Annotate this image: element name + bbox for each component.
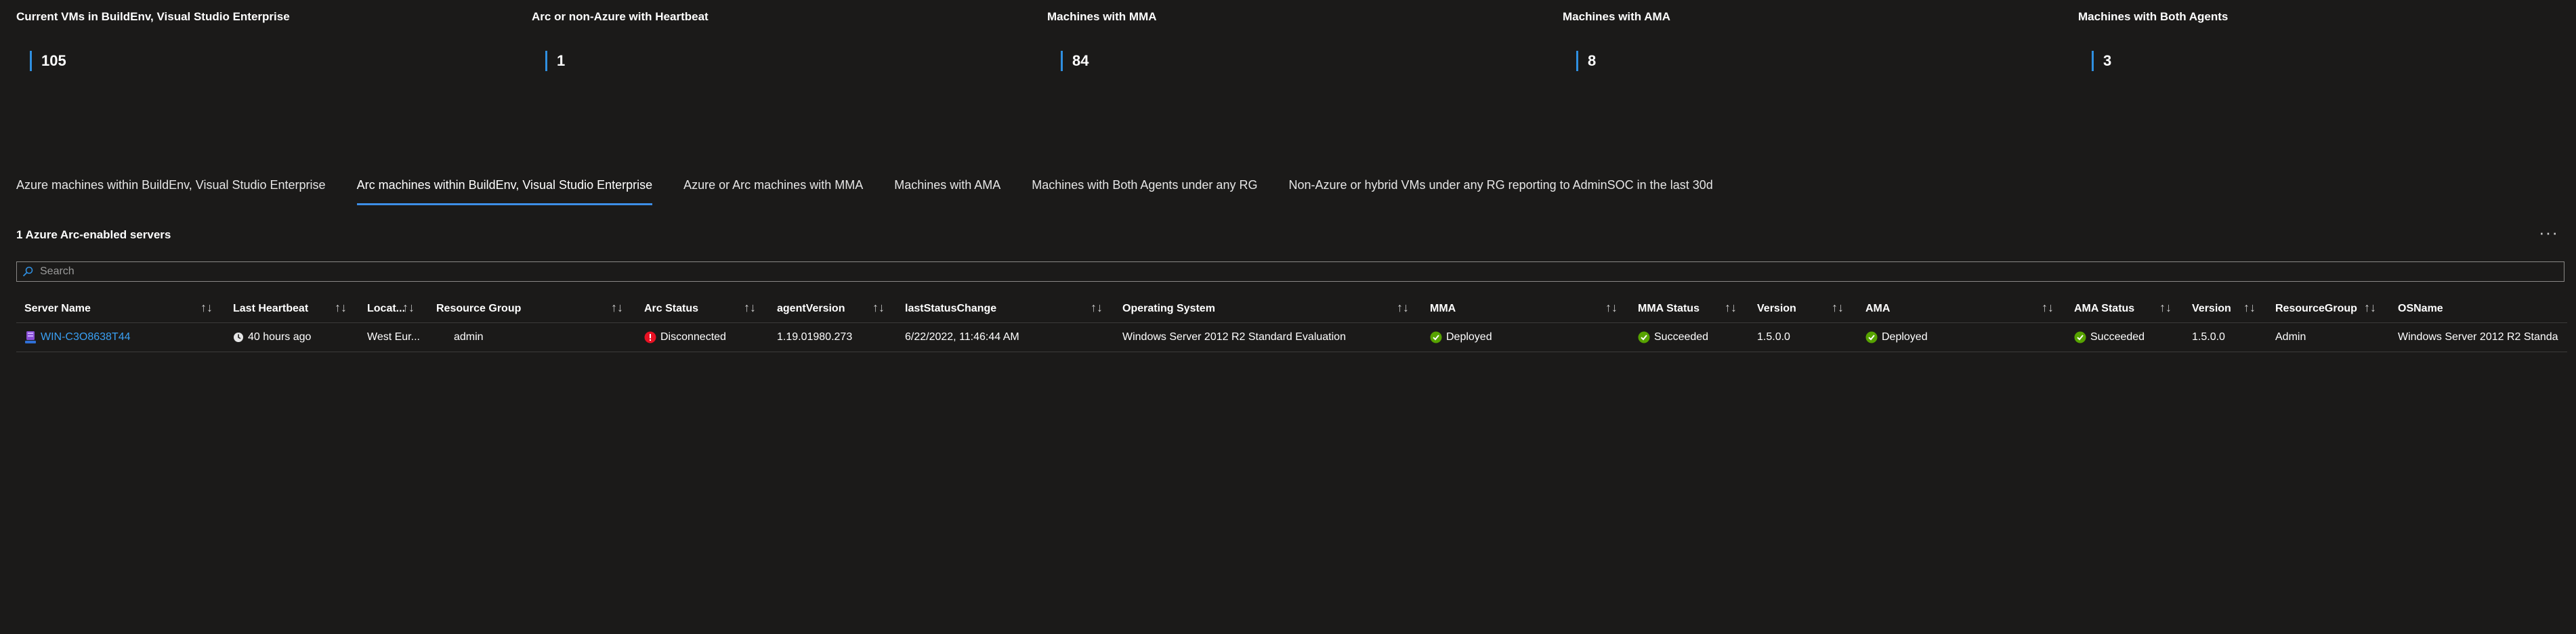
servers-table: Server Name ↑↓ Last Heartbeat ↑↓ Locat..… [16, 295, 2567, 352]
tab-non-azure-hybrid[interactable]: Non-Azure or hybrid VMs under any RG rep… [1288, 171, 1712, 204]
column-header-operating-system[interactable]: Operating System [1122, 295, 1215, 322]
grid-title: 1 Azure Arc-enabled servers [16, 228, 171, 241]
ama-text: Deployed [1882, 331, 1928, 343]
sort-icon[interactable]: ↑↓ [1605, 301, 1618, 315]
tab-both-agents[interactable]: Machines with Both Agents under any RG [1032, 171, 1257, 204]
tab-machines-ama[interactable]: Machines with AMA [894, 171, 1000, 204]
tile-accent-bar [545, 51, 547, 71]
error-icon [644, 331, 656, 343]
column-header-ama-version[interactable]: Version [2192, 295, 2231, 322]
column-header-location[interactable]: Locat... [367, 295, 405, 322]
column-header-mma-status[interactable]: MMA Status [1638, 295, 1699, 322]
tab-azure-or-arc-mma[interactable]: Azure or Arc machines with MMA [683, 171, 863, 204]
sort-icon[interactable]: ↑↓ [335, 301, 347, 315]
check-circle-icon [1865, 331, 1878, 343]
column-header-last-status-change[interactable]: lastStatusChange [905, 295, 996, 322]
column-header-ama-status[interactable]: AMA Status [2074, 295, 2134, 322]
column-header-mma[interactable]: MMA [1430, 295, 1456, 322]
sort-icon[interactable]: ↑↓ [1832, 301, 1844, 315]
tile-arc-heartbeat[interactable]: Arc or non-Azure with Heartbeat 1 [532, 9, 1033, 77]
tab-arc-machines[interactable]: Arc machines within BuildEnv, Visual Stu… [356, 171, 652, 205]
column-header-last-heartbeat[interactable]: Last Heartbeat [233, 295, 308, 322]
cell-ama: Deployed [1865, 323, 1928, 352]
arc-server-icon [25, 331, 36, 343]
tile-value: 8 [1588, 52, 1597, 69]
column-header-server-name[interactable]: Server Name [24, 295, 91, 322]
tile-machines-ama[interactable]: Machines with AMA 8 [1563, 9, 2064, 77]
search-icon [22, 266, 33, 277]
cell-location: West Eur... [367, 331, 420, 343]
cell-ama-status: Succeeded [2074, 323, 2145, 352]
column-header-arc-status[interactable]: Arc Status [644, 295, 698, 322]
cell-last-status-change: 6/22/2022, 11:46:44 AM [905, 331, 1019, 343]
server-name-link[interactable]: WIN-C3O8638T44 [41, 331, 131, 343]
search-input[interactable] [39, 265, 2480, 278]
tile-value: 1 [557, 52, 566, 69]
cell-last-heartbeat: 40 hours ago [233, 323, 311, 352]
tile-accent-bar [1576, 51, 1578, 71]
sort-icon[interactable]: ↑↓ [2042, 301, 2054, 315]
cell-server-name[interactable]: WIN-C3O8638T44 [24, 323, 131, 352]
cell-ama-version: 1.5.0.0 [2192, 331, 2225, 343]
table-row[interactable]: WIN-C3O8638T44 40 hours ago West Eur... … [16, 323, 2567, 352]
sort-icon[interactable]: ↑↓ [1397, 301, 1409, 315]
column-header-mma-version[interactable]: Version [1757, 295, 1796, 322]
column-header-agent-version[interactable]: agentVersion [777, 295, 845, 322]
sort-icon[interactable]: ↑↓ [200, 301, 213, 315]
cell-mma-version: 1.5.0.0 [1757, 331, 1790, 343]
tile-title: Machines with MMA [1047, 10, 1157, 23]
sort-icon[interactable]: ↑↓ [1091, 301, 1103, 315]
sort-icon[interactable]: ↑↓ [2243, 301, 2256, 315]
cell-arc-status: Disconnected [644, 323, 726, 352]
column-header-resource-group[interactable]: Resource Group [436, 295, 521, 322]
sort-icon[interactable]: ↑↓ [2364, 301, 2376, 315]
search-box[interactable] [16, 261, 2564, 282]
ellipsis-icon[interactable]: ··· [2539, 222, 2558, 243]
check-circle-icon [1430, 331, 1442, 343]
cell-agent-version: 1.19.01980.273 [777, 331, 853, 343]
tile-current-vms[interactable]: Current VMs in BuildEnv, Visual Studio E… [16, 9, 518, 77]
sort-icon[interactable]: ↑↓ [872, 301, 885, 315]
sort-icon[interactable]: ↑↓ [611, 301, 623, 315]
tile-accent-bar [2092, 51, 2094, 71]
tile-title: Machines with AMA [1563, 10, 1670, 23]
table-header: Server Name ↑↓ Last Heartbeat ↑↓ Locat..… [16, 295, 2567, 323]
tile-title: Machines with Both Agents [2078, 10, 2229, 23]
arc-status-text: Disconnected [660, 331, 726, 343]
tab-azure-machines[interactable]: Azure machines within BuildEnv, Visual S… [16, 171, 326, 204]
cell-mma: Deployed [1430, 323, 1492, 352]
sort-icon[interactable]: ↑↓ [744, 301, 756, 315]
sort-icon[interactable]: ↑↓ [2159, 301, 2172, 315]
cell-operating-system: Windows Server 2012 R2 Standard Evaluati… [1122, 331, 1346, 343]
sort-icon[interactable]: ↑↓ [402, 301, 415, 315]
tab-bar: Azure machines within BuildEnv, Visual S… [16, 171, 1744, 205]
column-header-ama[interactable]: AMA [1865, 295, 1890, 322]
sort-icon[interactable]: ↑↓ [1725, 301, 1737, 315]
tile-machines-mma[interactable]: Machines with MMA 84 [1047, 9, 1548, 77]
tile-accent-bar [1061, 51, 1063, 71]
tile-accent-bar [30, 51, 32, 71]
cell-mma-status: Succeeded [1638, 323, 1708, 352]
tile-both-agents[interactable]: Machines with Both Agents 3 [2078, 9, 2576, 77]
tile-title: Arc or non-Azure with Heartbeat [532, 10, 709, 23]
tile-value: 3 [2103, 52, 2112, 69]
tile-title: Current VMs in BuildEnv, Visual Studio E… [16, 10, 290, 23]
column-header-resourcegroup[interactable]: ResourceGroup [2275, 295, 2357, 322]
check-circle-icon [1638, 331, 1650, 343]
clock-icon [234, 333, 243, 342]
mma-status-text: Succeeded [1654, 331, 1709, 343]
column-header-osname[interactable]: OSName [2398, 295, 2443, 322]
mma-text: Deployed [1446, 331, 1492, 343]
cell-resource-group: admin [454, 331, 484, 343]
cell-resourcegroup: Admin [2275, 331, 2306, 343]
tile-value: 84 [1072, 52, 1089, 69]
last-heartbeat-text: 40 hours ago [248, 331, 312, 343]
tile-value: 105 [41, 52, 66, 69]
ama-status-text: Succeeded [2090, 331, 2145, 343]
cell-osname: Windows Server 2012 R2 Standa [2398, 331, 2558, 343]
check-circle-icon [2074, 331, 2086, 343]
